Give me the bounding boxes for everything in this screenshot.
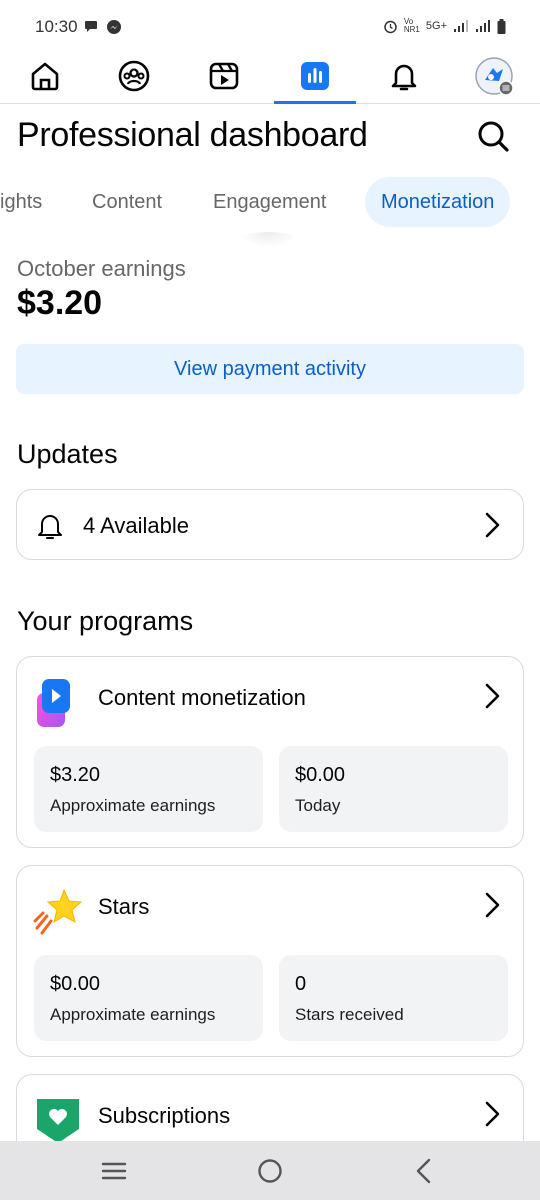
updates-title: Updates bbox=[17, 439, 118, 469]
nav-dashboard[interactable] bbox=[295, 56, 335, 96]
program-card-stars[interactable]: Stars $0.00 Approximate earnings 0 Stars… bbox=[16, 865, 524, 1057]
nav-active-indicator bbox=[274, 101, 356, 104]
program-card-content-monetization[interactable]: Content monetization $3.20 Approximate e… bbox=[16, 656, 524, 848]
signal-icon bbox=[454, 20, 468, 32]
nav-notifications[interactable] bbox=[384, 56, 424, 96]
programs-title: Your programs bbox=[17, 606, 194, 636]
messenger-icon bbox=[107, 20, 121, 34]
avatar bbox=[475, 57, 514, 96]
network-type: 5G+ bbox=[425, 20, 447, 32]
chevron-right-icon bbox=[485, 892, 500, 918]
stat-label: Today bbox=[295, 796, 341, 815]
scroll-shadow bbox=[240, 232, 298, 248]
bell-icon bbox=[38, 515, 62, 539]
updates-text: 4 Available bbox=[83, 513, 190, 538]
chevron-right-icon bbox=[485, 683, 500, 709]
stat-stars-received: 0 Stars received bbox=[279, 955, 508, 1041]
recent-apps-icon[interactable] bbox=[100, 1159, 128, 1183]
stat-value: $0.00 bbox=[295, 764, 346, 786]
updates-card[interactable]: 4 Available bbox=[16, 489, 524, 560]
message-icon bbox=[85, 21, 97, 32]
stat-value: $0.00 bbox=[50, 973, 101, 995]
nav-home[interactable] bbox=[25, 56, 65, 96]
tab-engagement[interactable]: Engagement bbox=[197, 177, 342, 227]
bell-icon bbox=[391, 64, 417, 91]
subscriptions-heart-icon bbox=[37, 1099, 79, 1143]
stat-value: $3.20 bbox=[50, 764, 101, 786]
dashboard-icon bbox=[301, 62, 329, 90]
stat-label: Approximate earnings bbox=[50, 796, 216, 815]
earnings-value: $3.20 bbox=[17, 284, 103, 322]
earnings-label: October earnings bbox=[17, 256, 186, 281]
search-icon bbox=[478, 121, 509, 152]
stat-today: $0.00 Today bbox=[279, 746, 508, 832]
status-bar: 10:30 Vo NR1 5G+ bbox=[0, 0, 540, 56]
view-payment-activity-button[interactable]: View payment activity bbox=[16, 344, 524, 394]
chevron-right-icon bbox=[485, 1101, 500, 1127]
nav-profile[interactable] bbox=[474, 56, 514, 96]
back-icon[interactable] bbox=[412, 1157, 436, 1185]
program-name: Subscriptions bbox=[98, 1103, 231, 1128]
tab-bar: ights Content Engagement Monetization bbox=[0, 177, 540, 229]
video-icon bbox=[209, 62, 239, 90]
top-nav bbox=[0, 50, 540, 104]
tab-content[interactable]: Content bbox=[76, 177, 178, 227]
home-circle-icon[interactable] bbox=[256, 1157, 284, 1185]
alarm-icon bbox=[384, 20, 397, 33]
stat-label: Approximate earnings bbox=[50, 1005, 216, 1024]
carrier-bottom: NR1 bbox=[403, 25, 420, 34]
nav-groups[interactable] bbox=[114, 56, 154, 96]
program-name: Stars bbox=[98, 894, 150, 919]
status-time: 10:30 bbox=[35, 17, 78, 36]
content-monetization-icon bbox=[37, 679, 70, 727]
search-button[interactable] bbox=[474, 117, 514, 157]
stat-value: 0 bbox=[295, 973, 307, 995]
groups-icon bbox=[118, 60, 150, 92]
system-nav-bar bbox=[0, 1141, 540, 1200]
tab-insights[interactable]: ights bbox=[0, 177, 58, 227]
signal-icon-2 bbox=[476, 20, 490, 32]
tab-monetization[interactable]: Monetization bbox=[365, 177, 511, 227]
stat-approximate-earnings: $3.20 Approximate earnings bbox=[34, 746, 263, 832]
home-icon bbox=[31, 62, 59, 91]
battery-icon bbox=[497, 18, 506, 34]
page-title: Professional dashboard bbox=[17, 116, 368, 154]
star-icon bbox=[33, 888, 83, 935]
nav-video[interactable] bbox=[204, 56, 244, 96]
program-name: Content monetization bbox=[98, 685, 306, 710]
chevron-right-icon bbox=[485, 512, 500, 538]
stat-approximate-earnings: $0.00 Approximate earnings bbox=[34, 955, 263, 1041]
stat-label: Stars received bbox=[295, 1005, 404, 1024]
